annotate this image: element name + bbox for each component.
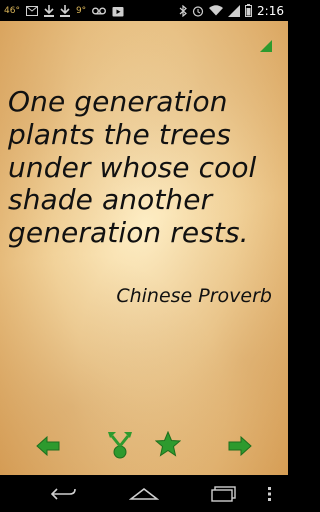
status-bar: 46° 9° 2:16: [0, 0, 288, 21]
favorite-button[interactable]: [152, 428, 184, 460]
previous-button[interactable]: [32, 430, 64, 462]
back-button[interactable]: [40, 475, 88, 512]
temperature-label-2: 9°: [75, 5, 87, 16]
right-arrow-icon: [228, 436, 252, 456]
quote-author: Chinese Proverb: [116, 285, 272, 307]
clock: 2:16: [257, 3, 284, 18]
battery-icon: [245, 4, 253, 18]
recents-button[interactable]: [200, 475, 248, 512]
back-icon: [51, 487, 76, 500]
recents-icon: [211, 485, 236, 502]
bluetooth-icon: [179, 4, 187, 18]
home-icon: [129, 487, 159, 500]
signal-icon: [228, 4, 241, 18]
left-arrow-icon: [36, 436, 60, 456]
play-store-icon: [112, 4, 124, 18]
overflow-menu-icon: [268, 486, 271, 501]
download-icon: [59, 4, 70, 18]
voicemail-icon: [92, 4, 107, 18]
star-icon: [155, 431, 181, 457]
quote-text: One generation plants the trees under wh…: [8, 85, 257, 249]
share-icon: [108, 432, 132, 459]
system-nav-bar: [0, 475, 288, 512]
wifi-icon: [209, 4, 224, 18]
next-button[interactable]: [224, 430, 256, 462]
temperature-label: 46°: [4, 5, 20, 16]
corner-triangle-icon[interactable]: [260, 37, 272, 52]
alarm-icon: [192, 4, 204, 18]
quote-card: One generation plants the trees under wh…: [0, 21, 288, 475]
download-icon: [43, 4, 54, 18]
quote-actions: [0, 428, 288, 468]
home-button[interactable]: [120, 475, 168, 512]
gmail-icon: [25, 4, 38, 18]
overflow-menu-button[interactable]: [256, 475, 284, 512]
share-button[interactable]: [104, 428, 136, 460]
